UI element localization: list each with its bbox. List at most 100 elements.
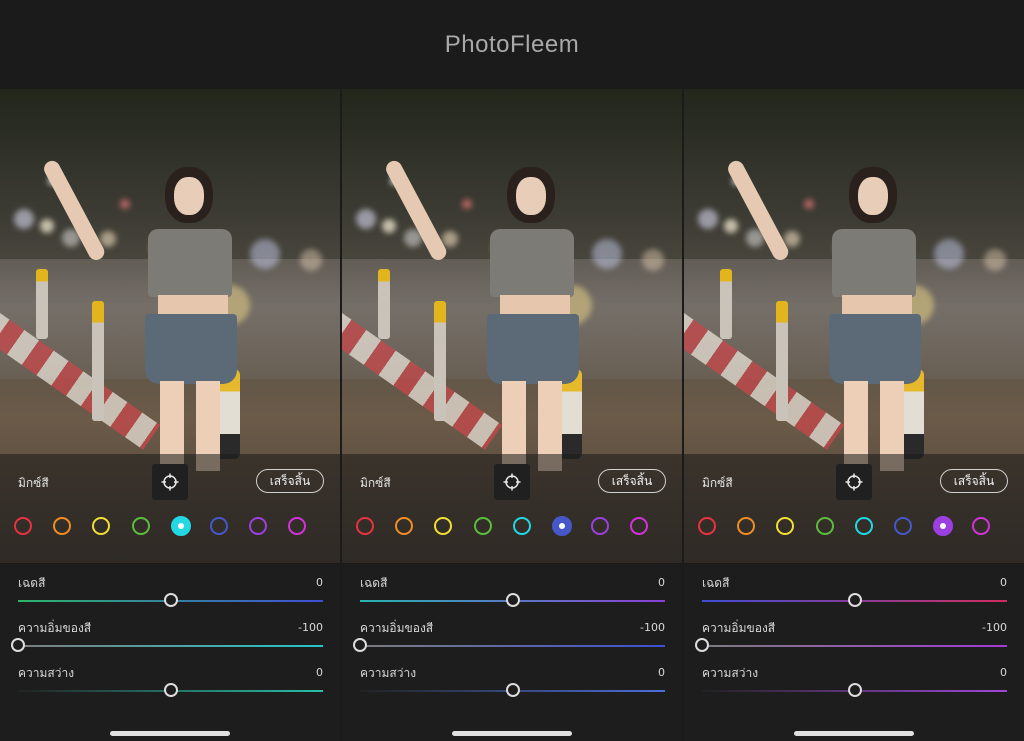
slider-label: ความอิ่มของสี bbox=[18, 621, 92, 635]
done-button[interactable]: เสร็จสิ้น bbox=[940, 469, 1008, 493]
bollard-post bbox=[36, 269, 48, 339]
photo-subject bbox=[41, 149, 240, 471]
slider-thumb[interactable] bbox=[695, 638, 709, 652]
color-swatch-red[interactable] bbox=[356, 517, 374, 535]
slider-value: 0 bbox=[658, 576, 665, 589]
slider-track[interactable] bbox=[360, 645, 665, 647]
bokeh-light bbox=[300, 249, 322, 271]
color-swatch-row bbox=[14, 515, 330, 537]
slider-value: 0 bbox=[316, 576, 323, 589]
color-mix-editor: มิกซ์สี เสร็จสิ้น เฉดสี 0 ความอิ่มของสี -100 ค… bbox=[684, 454, 1024, 741]
slider-value: 0 bbox=[658, 666, 665, 679]
editor-screen-1: มิกซ์สี เสร็จสิ้นเฉดสี 0 ความอิ่มของสี -100 ค… bbox=[0, 89, 340, 741]
slider-thumb[interactable] bbox=[505, 593, 520, 607]
bollard-post bbox=[92, 301, 104, 421]
slider-thumb[interactable] bbox=[163, 683, 178, 697]
color-swatch-green[interactable] bbox=[131, 517, 150, 535]
color-mix-editor: มิกซ์สี เสร็จสิ้นเฉดสี 0 ความอิ่มของสี -100 ค… bbox=[0, 454, 340, 741]
slider-value: -100 bbox=[640, 621, 665, 634]
bokeh-light bbox=[14, 209, 34, 229]
color-swatch-green[interactable] bbox=[473, 517, 492, 535]
slider-thumb[interactable] bbox=[11, 638, 25, 652]
slider-value: -100 bbox=[298, 621, 323, 634]
slider-thumb[interactable] bbox=[847, 593, 862, 607]
editor-screen-3: มิกซ์สี เสร็จสิ้น เฉดสี 0 ความอิ่มของสี -100 ค… bbox=[684, 89, 1024, 741]
target-adjust-button[interactable] bbox=[152, 464, 188, 500]
bokeh-light bbox=[250, 239, 280, 269]
color-mix-editor: มิกซ์สี เสร็จสิ้น เฉดสี 0 ความอิ่มของสี -100 ค… bbox=[342, 454, 682, 741]
subject-arm bbox=[725, 158, 792, 263]
subject-skirt bbox=[829, 314, 921, 384]
color-swatch-purple[interactable] bbox=[249, 517, 268, 535]
slider-label: เฉดสี bbox=[360, 576, 388, 590]
color-swatch-orange[interactable] bbox=[737, 517, 756, 535]
subject-arm bbox=[383, 158, 450, 263]
photo-subject bbox=[725, 149, 924, 471]
home-indicator bbox=[794, 731, 914, 736]
slider-value: -100 bbox=[982, 621, 1007, 634]
slider-label: ความอิ่มของสี bbox=[702, 621, 776, 635]
bokeh-light bbox=[592, 239, 622, 269]
color-swatch-blue[interactable] bbox=[552, 516, 572, 536]
bokeh-light bbox=[642, 249, 664, 271]
target-adjust-button[interactable] bbox=[494, 464, 530, 500]
subject-top bbox=[832, 229, 916, 297]
color-swatch-purple[interactable] bbox=[591, 517, 610, 535]
app-brand-title: PhotoFleem bbox=[444, 30, 580, 58]
bokeh-light bbox=[984, 249, 1006, 271]
slider-label: ความอิ่มของสี bbox=[360, 621, 434, 635]
color-swatch-magenta[interactable] bbox=[972, 517, 991, 535]
color-swatch-row bbox=[698, 515, 1014, 537]
color-swatch-green[interactable] bbox=[815, 517, 834, 535]
target-adjust-button[interactable] bbox=[836, 464, 872, 500]
color-swatch-orange[interactable] bbox=[53, 517, 72, 535]
color-mix-title: มิกซ์สี bbox=[18, 476, 49, 490]
color-swatch-aqua[interactable] bbox=[170, 516, 191, 536]
color-swatch-purple[interactable] bbox=[933, 516, 954, 536]
color-swatch-blue[interactable] bbox=[210, 517, 228, 535]
slider-label: ความสว่าง bbox=[18, 666, 75, 680]
editor-background bbox=[0, 564, 340, 741]
color-swatch-magenta[interactable] bbox=[630, 517, 649, 535]
subject-skirt bbox=[487, 314, 579, 384]
editor-screen-2: มิกซ์สี เสร็จสิ้น เฉดสี 0 ความอิ่มของสี -100 ค… bbox=[342, 89, 682, 741]
slider-thumb[interactable] bbox=[847, 683, 862, 697]
color-swatch-blue[interactable] bbox=[894, 517, 912, 535]
subject-face bbox=[516, 177, 546, 215]
slider-value: 0 bbox=[1000, 666, 1007, 679]
color-swatch-red[interactable] bbox=[698, 517, 716, 535]
color-swatch-yellow[interactable] bbox=[776, 517, 795, 535]
slider-thumb[interactable] bbox=[353, 638, 367, 652]
editor-background bbox=[342, 564, 682, 741]
slider-track[interactable] bbox=[18, 645, 323, 647]
color-swatch-aqua[interactable] bbox=[512, 517, 531, 535]
subject-top bbox=[490, 229, 574, 297]
done-button[interactable]: เสร็จสิ้น bbox=[598, 469, 666, 493]
color-swatch-red[interactable] bbox=[14, 517, 32, 535]
slider-label: เฉดสี bbox=[18, 576, 46, 590]
color-swatch-row bbox=[356, 515, 672, 537]
bollard-post bbox=[720, 269, 732, 339]
color-swatch-yellow[interactable] bbox=[92, 517, 111, 535]
subject-top bbox=[148, 229, 232, 297]
bokeh-light bbox=[724, 219, 738, 233]
subject-face bbox=[858, 177, 888, 215]
slider-track[interactable] bbox=[702, 645, 1007, 647]
slider-value: 0 bbox=[316, 666, 323, 679]
color-swatch-yellow[interactable] bbox=[434, 517, 453, 535]
color-mix-title: มิกซ์สี bbox=[360, 476, 391, 490]
color-swatch-aqua[interactable] bbox=[854, 517, 873, 535]
color-swatch-orange[interactable] bbox=[395, 517, 414, 535]
slider-label: เฉดสี bbox=[702, 576, 730, 590]
color-mix-title: มิกซ์สี bbox=[702, 476, 733, 490]
slider-thumb[interactable] bbox=[163, 593, 178, 607]
bokeh-light bbox=[382, 219, 396, 233]
target-adjust-icon bbox=[503, 473, 521, 491]
slider-thumb[interactable] bbox=[505, 683, 520, 697]
bokeh-light bbox=[356, 209, 376, 229]
bokeh-light bbox=[934, 239, 964, 269]
subject-arm bbox=[41, 158, 108, 263]
done-button[interactable]: เสร็จสิ้น bbox=[256, 469, 324, 493]
color-swatch-magenta[interactable] bbox=[288, 517, 307, 535]
target-adjust-icon bbox=[161, 473, 179, 491]
